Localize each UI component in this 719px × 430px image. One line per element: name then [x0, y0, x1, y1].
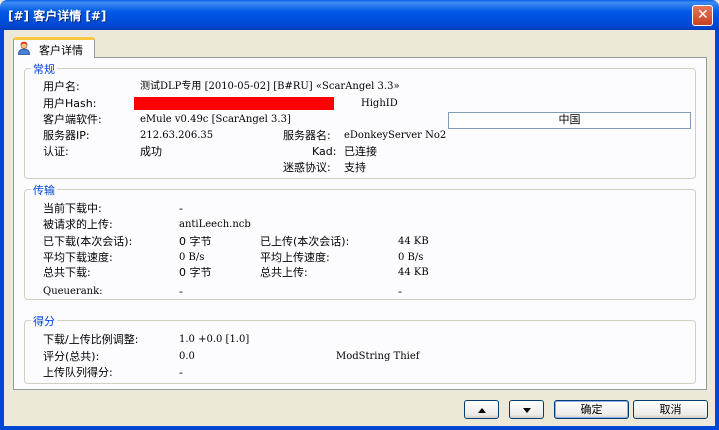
userhash-label: 用户Hash:	[43, 97, 97, 110]
obfuscation-label: 迷惑协议:	[283, 161, 331, 174]
obfuscation-value: 支持	[344, 161, 366, 174]
queue-score-label: 上传队列得分:	[43, 366, 113, 379]
close-icon: ✕	[697, 7, 709, 23]
window-frame-bottom	[0, 426, 719, 430]
avg-upload-label: 平均上传速度:	[260, 251, 330, 264]
username-value: 测试DLP专用 [2010-05-02] [B#RU] «ScarAngel 3…	[140, 81, 400, 92]
tab-client-details[interactable]: 客户详情	[13, 37, 95, 58]
uploaded-session-label: 已上传(本次会话):	[260, 235, 350, 248]
kad-label: Kad:	[312, 145, 337, 158]
ok-button[interactable]: 确定	[554, 400, 629, 419]
client-software-label: 客户端软件:	[43, 113, 102, 126]
window-title: [#] 客户详情 [#]	[8, 9, 107, 23]
rating-value: 0.0	[179, 351, 195, 362]
general-group-title: 常规	[31, 61, 57, 77]
auth-label: 认证:	[43, 145, 69, 158]
downloaded-session-label: 已下载(本次会话):	[43, 235, 133, 248]
avg-download-label: 平均下载速度:	[43, 251, 113, 264]
client-software-value: eMule v0.49c [ScarAngel 3.3]	[140, 114, 291, 125]
userhash-redacted	[134, 97, 334, 110]
kad-value: 已连接	[344, 145, 377, 158]
server-ip-label: 服务器IP:	[43, 129, 90, 142]
server-ip-value: 212.63.206.35	[140, 130, 214, 141]
downloaded-session-value: 0 字节	[179, 235, 212, 248]
avg-download-value: 0 B/s	[179, 252, 205, 263]
window-frame-right	[715, 30, 719, 430]
user-icon	[18, 41, 30, 55]
uploaded-session-value: 44 KB	[398, 236, 429, 247]
requested-upload-value: antiLeech.ncb	[179, 219, 251, 230]
ratio-value: 1.0 +0.0 [1.0]	[179, 334, 250, 345]
server-name-label: 服务器名:	[283, 129, 331, 142]
requested-upload-label: 被请求的上传:	[43, 218, 113, 231]
current-download-value: -	[179, 202, 183, 215]
close-button[interactable]: ✕	[692, 5, 713, 26]
queuerank-label: Queuerank:	[43, 286, 103, 297]
transfer-group-title: 传输	[31, 182, 57, 198]
window-frame-left	[0, 30, 4, 430]
tab-panel: 常规 用户名: 测试DLP专用 [2010-05-02] [B#RU] «Sca…	[13, 57, 707, 390]
auth-value: 成功	[140, 145, 162, 158]
cancel-button[interactable]: 取消	[633, 400, 708, 419]
current-download-label: 当前下载中:	[43, 202, 102, 215]
arrow-down-icon	[522, 407, 531, 413]
queuerank-value: -	[179, 285, 183, 298]
modstring-value: ModString Thief	[336, 351, 420, 362]
queue-score-value: -	[179, 366, 183, 379]
score-group-title: 得分	[31, 313, 57, 329]
next-button[interactable]	[509, 400, 544, 419]
total-upload-value: 44 KB	[398, 267, 429, 278]
tab-label: 客户详情	[39, 44, 83, 57]
total-upload-label: 总共上传:	[260, 266, 308, 279]
previous-button[interactable]	[464, 400, 499, 419]
total-download-value: 0 字节	[179, 266, 212, 279]
queuerank-value-secondary: -	[398, 285, 402, 298]
server-name-value: eDonkeyServer No2	[344, 130, 447, 141]
highid-value: HighID	[361, 98, 398, 109]
total-download-label: 总共下载:	[43, 266, 91, 279]
username-label: 用户名:	[43, 80, 80, 93]
rating-label: 评分(总共):	[43, 350, 100, 363]
avg-upload-value: 0 B/s	[398, 252, 424, 263]
title-bar: [#] 客户详情 [#] ✕	[0, 0, 719, 30]
country-field: 中国	[448, 112, 691, 129]
country-value: 中国	[558, 113, 581, 126]
ratio-label: 下载/上传比例调整:	[43, 333, 139, 346]
arrow-up-icon	[477, 407, 486, 413]
